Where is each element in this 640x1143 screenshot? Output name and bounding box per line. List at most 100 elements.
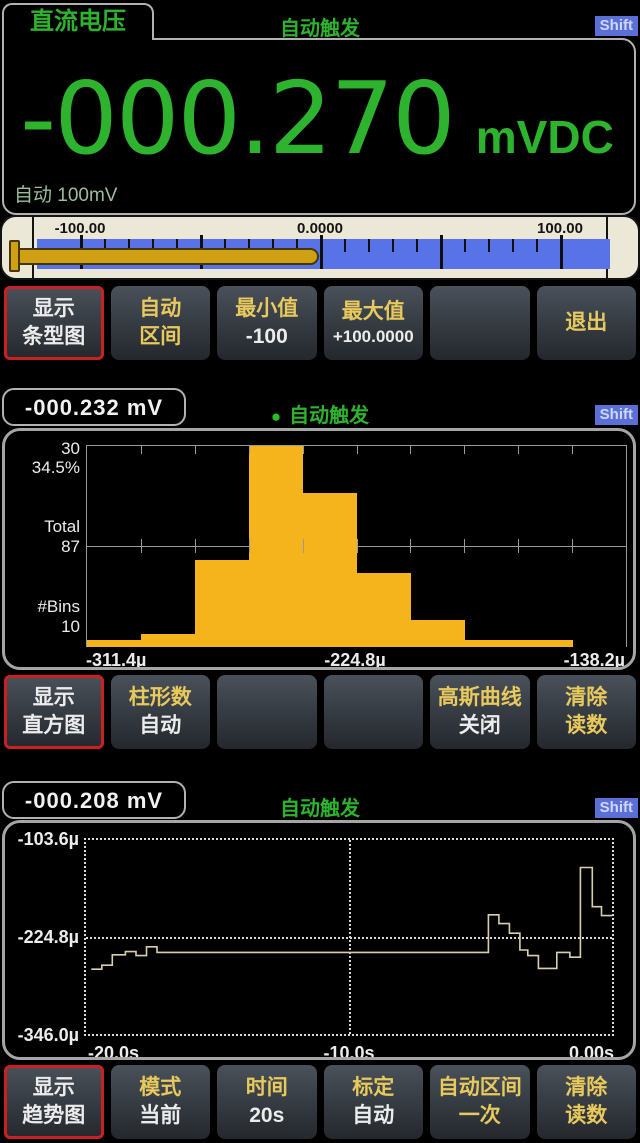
softkey-label: 自动区间 (438, 1076, 522, 1100)
softkey-blank[interactable] (324, 675, 424, 749)
softkey-label: 显示 (33, 1076, 75, 1100)
hist-gridline-tick (357, 539, 358, 553)
trend-x-label-right: 0.00s (464, 1043, 614, 1060)
softkey-柱形数[interactable]: 柱形数自动 (111, 675, 211, 749)
main-display: -000.270 mVDC 自动 100mV (2, 38, 636, 215)
softkey-row-dc: 显示条型图自动区间最小值 -100 最大值+100.0000 退出 (0, 286, 640, 360)
softkey-显示[interactable]: 显示条型图 (4, 286, 104, 360)
hist-max-count: 30 (5, 439, 80, 459)
tab-histogram-reading[interactable]: -000.232 mV (2, 388, 186, 426)
hist-total-label: Total (5, 517, 80, 537)
softkey-label: 最小值 (235, 297, 298, 321)
tab-dc-voltage-label: 直流电压 (30, 8, 126, 35)
softkey-label: 清除 (565, 686, 607, 710)
hist-gridline-tick (572, 446, 573, 454)
reading-row: -000.270 mVDC (14, 46, 620, 191)
softkey-label: 直方图 (22, 714, 85, 738)
hist-max-pct: 34.5% (5, 458, 80, 478)
softkey-显示[interactable]: 显示趋势图 (4, 1065, 104, 1139)
softkey-标定[interactable]: 标定自动 (324, 1065, 424, 1139)
trend-line-chart (86, 840, 612, 1034)
reading-unit: mVDC (476, 110, 614, 164)
softkey-row-histogram: 显示直方图柱形数自动高斯曲线关闭清除读数 (0, 675, 640, 749)
softkey-自动[interactable]: 自动区间 (111, 286, 211, 360)
softkey-label: -100 (246, 325, 288, 349)
trend-y-label-mid: -224.8µ (5, 927, 79, 948)
softkey-清除[interactable]: 清除读数 (537, 1065, 637, 1139)
hist-bar (87, 640, 141, 647)
tab-dc-voltage[interactable]: 直流电压 (2, 3, 154, 40)
softkey-label: 柱形数 (129, 686, 192, 710)
shift-badge: Shift (595, 405, 638, 425)
hist-bar (410, 620, 464, 647)
softkey-显示[interactable]: 显示直方图 (4, 675, 104, 749)
meter-minor-tick (344, 239, 346, 252)
histogram-panel: -000.232 mV ●自动触发 Shift 30 34.5% Total 8… (0, 385, 640, 755)
hist-gridline-tick (195, 539, 196, 553)
tab-trend-reading-label: -000.208 mV (25, 788, 163, 813)
dc-voltage-panel: 直流电压 自动触发 Shift -000.270 mVDC 自动 100mV -… (0, 0, 640, 362)
softkey-最大值[interactable]: 最大值+100.0000 (324, 286, 424, 360)
trend-chart-area: -103.6µ -224.8µ -346.0µ -20.0s -10.0s 0.… (2, 820, 636, 1060)
shift-badge: Shift (595, 16, 638, 36)
softkey-label: 趋势图 (22, 1104, 85, 1128)
softkey-label: 清除 (565, 1076, 607, 1100)
softkey-label: 显示 (33, 297, 75, 321)
hist-bar (195, 560, 249, 647)
trend-panel: -000.208 mV 自动触发 Shift -103.6µ -224.8µ -… (0, 778, 640, 1143)
hist-gridline-tick (518, 446, 519, 454)
softkey-label: 时间 (246, 1076, 288, 1100)
meter-minor-tick (464, 239, 466, 252)
softkey-清除[interactable]: 清除读数 (537, 675, 637, 749)
softkey-最小值[interactable]: 最小值 -100 (217, 286, 317, 360)
histogram-chart-area: 30 34.5% Total 87 #Bins 10 -311.4µ -224.… (2, 428, 636, 670)
softkey-row-trend: 显示趋势图模式当前时间20s标定自动自动区间一次清除读数 (0, 1065, 640, 1139)
softkey-label: 自动 (352, 1104, 394, 1128)
softkey-label: 自动 (139, 297, 181, 321)
trend-x-label-left: -20.0s (88, 1043, 139, 1060)
hist-bar (249, 446, 303, 647)
hist-gridline-tick (249, 446, 250, 454)
softkey-label: 退出 (565, 311, 607, 335)
softkey-时间[interactable]: 时间20s (217, 1065, 317, 1139)
trend-y-label-top: -103.6µ (5, 829, 79, 850)
hist-gridline-tick (410, 539, 411, 553)
hist-gridline-tick (464, 539, 465, 553)
reading-value: -000.270 (20, 46, 454, 191)
tab-trend-reading[interactable]: -000.208 mV (2, 781, 186, 819)
hist-gridline-tick (141, 446, 142, 454)
hist-gridline-tick (195, 446, 196, 454)
softkey-label: 当前 (139, 1104, 181, 1128)
tab-histogram-reading-label: -000.232 mV (25, 395, 163, 420)
softkey-label: 显示 (33, 686, 75, 710)
trend-plot (84, 838, 614, 1036)
hist-gridline-tick (303, 539, 304, 553)
softkey-label: 读数 (565, 1104, 607, 1128)
hist-gridline-tick (518, 539, 519, 553)
softkey-label: 标定 (352, 1076, 394, 1100)
meter-minor-tick (536, 239, 538, 252)
meter-major-tick (440, 235, 443, 269)
meter-needle-handle (9, 240, 20, 272)
shift-badge: Shift (595, 798, 638, 818)
softkey-模式[interactable]: 模式当前 (111, 1065, 211, 1139)
hist-bins-value: 10 (5, 617, 80, 637)
softkey-label: 读数 (565, 714, 607, 738)
hist-gridline-tick (464, 446, 465, 454)
softkey-blank[interactable] (430, 286, 530, 360)
softkey-高斯曲线[interactable]: 高斯曲线关闭 (430, 675, 530, 749)
hist-x-label-right: -138.2µ (475, 650, 625, 670)
softkey-label: +100.0000 (333, 327, 414, 347)
meter-major-tick (560, 235, 563, 269)
softkey-自动区间[interactable]: 自动区间一次 (430, 1065, 530, 1139)
hist-gridline-tick (249, 539, 250, 553)
softkey-blank[interactable] (217, 675, 317, 749)
softkey-label: 高斯曲线 (438, 686, 522, 710)
meter-minor-tick (488, 239, 490, 252)
meter-minor-tick (368, 239, 370, 252)
trend-y-label-bottom: -346.0µ (5, 1025, 79, 1046)
softkey-退出[interactable]: 退出 (537, 286, 637, 360)
hist-total-value: 87 (5, 537, 80, 557)
trend-x-label-center: -10.0s (274, 1043, 424, 1060)
analog-bar-meter: -100.00 0.0000 100.00 (0, 215, 640, 280)
